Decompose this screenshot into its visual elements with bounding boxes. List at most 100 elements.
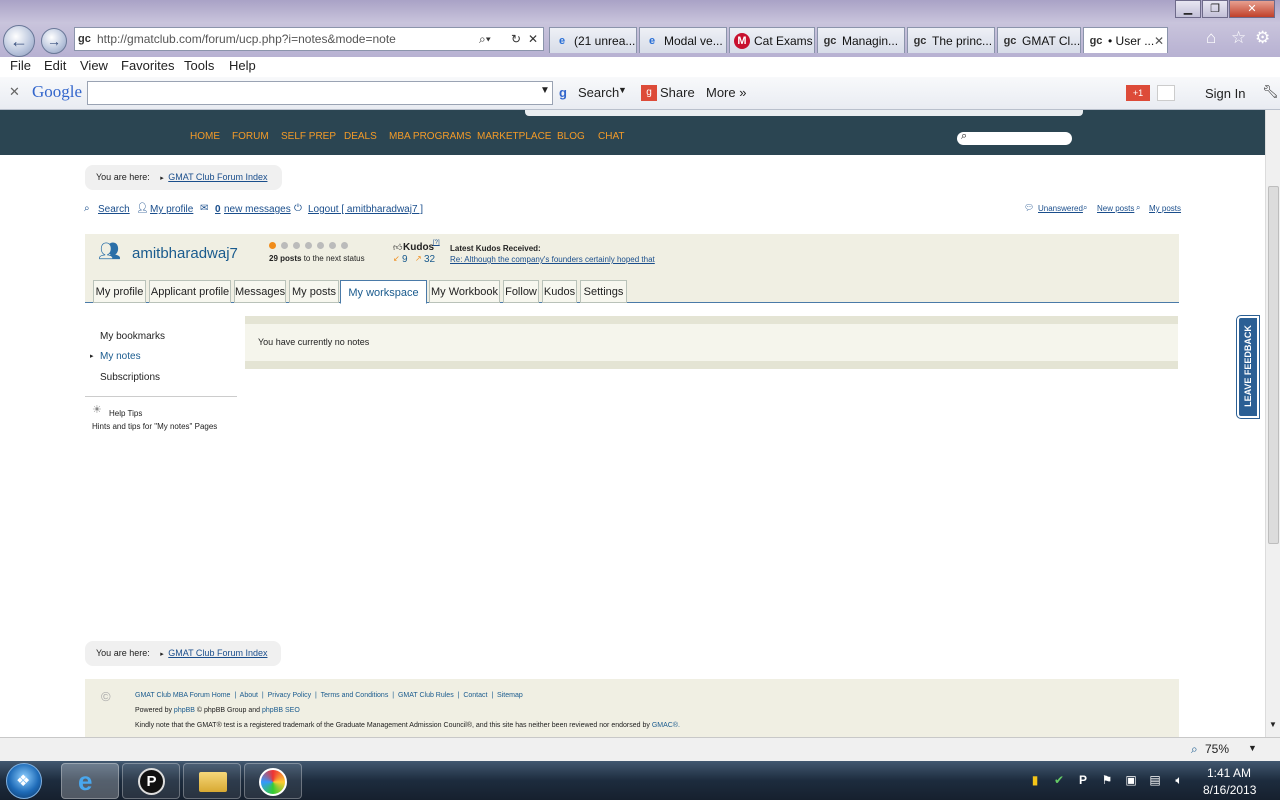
menu-view[interactable]: View [80, 58, 108, 73]
nav-forum[interactable]: FORUM [232, 131, 269, 142]
menu-favorites[interactable]: Favorites [121, 58, 174, 73]
footer-link-sitemap[interactable]: Sitemap [497, 692, 523, 699]
nav-blog[interactable]: BLOG [557, 131, 585, 142]
tab-my-workbook[interactable]: My Workbook [429, 280, 500, 303]
wrench-icon[interactable]: 🔧︎ [1262, 84, 1279, 100]
dropdown-arrow-icon[interactable]: ▼ [540, 85, 550, 96]
new-messages-link[interactable]: new messages [224, 204, 291, 215]
tab-my-profile[interactable]: My profile [93, 280, 146, 303]
site-search-input[interactable]: ⌕ [957, 130, 1072, 145]
phpbb-link[interactable]: phpBB [174, 707, 195, 714]
my-profile-link[interactable]: My profile [150, 204, 193, 215]
browser-tab-3[interactable]: M Cat Exams [729, 27, 815, 53]
browser-tab-6[interactable]: gc GMAT Cl... [997, 27, 1081, 53]
favorites-star-icon[interactable]: ☆ [1231, 28, 1246, 48]
tab-my-workspace[interactable]: My workspace [340, 280, 427, 304]
network-icon[interactable]: ▤ [1148, 773, 1162, 787]
clock-time[interactable]: 1:41 AM [1207, 766, 1251, 780]
footer-link-about[interactable]: About [240, 692, 258, 699]
google-search-input[interactable]: ▼ [87, 81, 553, 105]
menu-help[interactable]: Help [229, 58, 256, 73]
taskbar-explorer[interactable] [183, 763, 241, 799]
tab-my-posts[interactable]: My posts [289, 280, 339, 303]
maximize-button[interactable]: ❐ [1202, 0, 1228, 18]
breadcrumb-forum-index-link[interactable]: GMAT Club Forum Index [168, 172, 267, 182]
menu-file[interactable]: File [10, 58, 31, 73]
browser-tab-1[interactable]: e (21 unrea... [549, 27, 637, 53]
leave-feedback-button[interactable]: LEAVE FEEDBACK [1236, 315, 1260, 419]
forward-button[interactable]: → [41, 28, 67, 54]
close-toolbar-icon[interactable]: ✕ [9, 84, 20, 100]
browser-tab-2[interactable]: e Modal ve... [639, 27, 727, 53]
phpbb-seo-link[interactable]: phpBB SEO [262, 707, 300, 714]
kudos-help-link[interactable]: [?] [433, 240, 440, 246]
page-scrollbar[interactable]: ▼ [1265, 110, 1280, 737]
clock-date[interactable]: 8/16/2013 [1203, 783, 1256, 797]
taskbar-internet-explorer[interactable]: e [61, 763, 119, 799]
footer-link-rules[interactable]: GMAT Club Rules [398, 692, 454, 699]
footer-link-terms[interactable]: Terms and Conditions [321, 692, 389, 699]
start-button[interactable]: ❖ [6, 763, 42, 799]
username[interactable]: amitbharadwaj7 [132, 245, 238, 262]
google-plus-one-button[interactable]: +1 [1126, 85, 1150, 101]
notification-box[interactable] [1157, 85, 1175, 101]
new-posts-link[interactable]: New posts [1097, 204, 1134, 213]
menu-tools[interactable]: Tools [184, 58, 214, 73]
footer-link-privacy[interactable]: Privacy Policy [268, 692, 312, 699]
close-window-button[interactable]: ✕ [1229, 0, 1275, 18]
taskbar-app-p[interactable]: P [122, 763, 180, 799]
url-text: http://gmatclub.com/forum/ucp.php?i=note… [97, 32, 396, 46]
menu-edit[interactable]: Edit [44, 58, 66, 73]
logout-link[interactable]: Logout [ amitbharadwaj7 ] [308, 204, 423, 215]
footer-link-home[interactable]: GMAT Club MBA Forum Home [135, 692, 230, 699]
flag-icon[interactable]: ⚑ [1100, 773, 1114, 787]
gmac-link[interactable]: GMAC®. [652, 722, 680, 729]
nav-self-prep[interactable]: SELF PREP [281, 131, 336, 142]
taskbar-media-player[interactable] [244, 763, 302, 799]
footer-forum-index-link[interactable]: GMAT Club Forum Index [168, 648, 267, 658]
message-count[interactable]: 0 [215, 204, 221, 215]
volume-icon[interactable]: 🔈︎ [1172, 773, 1186, 787]
more-button[interactable]: More » [706, 85, 746, 103]
sidebar-item-subscriptions[interactable]: Subscriptions [100, 372, 160, 383]
browser-tab-active[interactable]: gc • User ... ✕ [1083, 27, 1168, 53]
browser-tab-5[interactable]: gc The princ... [907, 27, 995, 53]
browser-tab-4[interactable]: gc Managin... [817, 27, 905, 53]
tab-follow[interactable]: Follow [503, 280, 539, 303]
scrollbar-thumb[interactable] [1268, 186, 1279, 544]
sidebar-item-notes[interactable]: My notes [100, 351, 141, 362]
nav-deals[interactable]: DEALS [344, 131, 377, 142]
stop-icon[interactable]: ✕ [528, 28, 538, 50]
my-posts-link[interactable]: My posts [1149, 204, 1181, 213]
p-tray-icon[interactable]: P [1076, 773, 1090, 787]
nav-chat[interactable]: CHAT [598, 131, 624, 142]
close-tab-icon[interactable]: ✕ [1154, 28, 1164, 53]
device-icon[interactable]: ▣ [1124, 773, 1138, 787]
minimize-button[interactable]: ▁ [1175, 0, 1201, 18]
nav-mba-programs[interactable]: MBA PROGRAMS [389, 131, 471, 142]
tab-messages[interactable]: Messages [234, 280, 286, 303]
tab-applicant-profile[interactable]: Applicant profile [149, 280, 231, 303]
nav-home[interactable]: HOME [190, 131, 220, 142]
unanswered-link[interactable]: Unanswered [1038, 204, 1083, 213]
settings-gear-icon[interactable]: ⚙ [1255, 28, 1270, 48]
sidebar-item-bookmarks[interactable]: My bookmarks [100, 331, 165, 342]
shield-icon[interactable]: ▮ [1028, 773, 1042, 787]
help-tips-title: Help Tips [109, 409, 143, 418]
address-bar[interactable]: gc http://gmatclub.com/forum/ucp.php?i=n… [74, 27, 544, 51]
scroll-down-icon[interactable]: ▼ [1269, 720, 1277, 729]
latest-kudos-link[interactable]: Re: Although the company's founders cert… [450, 255, 655, 264]
footer-link-contact[interactable]: Contact [463, 692, 487, 699]
back-button[interactable]: ← [3, 25, 35, 57]
refresh-icon[interactable]: ↻ [511, 28, 521, 50]
zoom-level[interactable]: 75% [1205, 742, 1229, 756]
home-icon[interactable]: ⌂ [1206, 28, 1216, 48]
update-icon[interactable]: ✔ [1052, 773, 1066, 787]
tab-kudos[interactable]: Kudos [542, 280, 577, 303]
sign-in-link[interactable]: Sign In [1205, 86, 1245, 101]
zoom-dropdown-icon[interactable]: ▼ [1248, 743, 1257, 753]
search-link[interactable]: Search [98, 204, 130, 215]
tab-settings[interactable]: Settings [580, 280, 627, 303]
search-dropdown-icon[interactable]: ⌕▾ [479, 28, 491, 50]
nav-marketplace[interactable]: MARKETPLACE [477, 131, 551, 142]
